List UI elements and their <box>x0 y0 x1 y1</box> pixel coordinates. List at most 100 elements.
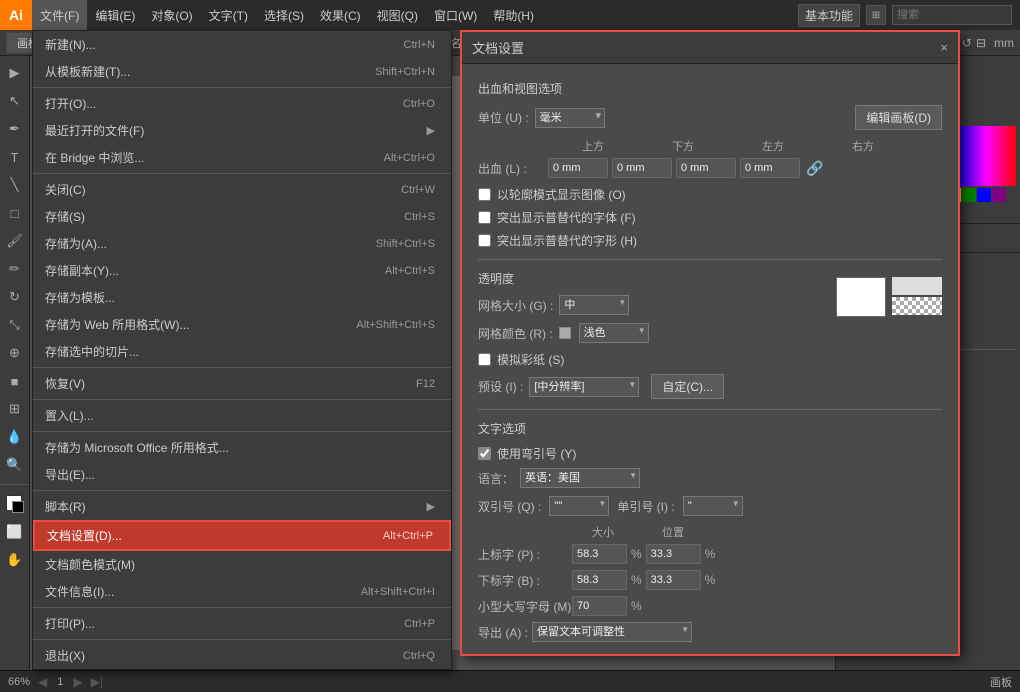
doc-color-label: 文档颜色模式(M) <box>45 556 135 573</box>
menu-object[interactable]: 对象(O) <box>143 0 200 30</box>
swatch-blue[interactable] <box>977 188 991 202</box>
mesh-tool[interactable]: ⊞ <box>2 396 28 422</box>
edit-artboard-btn[interactable]: 编辑画板(D) <box>855 105 942 130</box>
paintbrush-tool[interactable]: 🖌 <box>2 228 28 254</box>
menu-new-from-template[interactable]: 从模板新建(T)... Shift+Ctrl+N <box>33 58 451 85</box>
hand-tool[interactable]: ✋ <box>2 547 28 573</box>
menu-recent[interactable]: 最近打开的文件(F) ▶ <box>33 117 451 144</box>
menu-select[interactable]: 选择(S) <box>256 0 312 30</box>
rect-tool[interactable]: □ <box>2 200 28 226</box>
bleed-right-input[interactable] <box>740 158 800 178</box>
language-select[interactable]: 英语：美国 <box>520 468 640 488</box>
double-quote-select[interactable]: "" <box>549 496 609 516</box>
single-quote-select[interactable]: '' <box>683 496 743 516</box>
menu-view[interactable]: 视图(Q) <box>369 0 426 30</box>
bleed-top-input[interactable] <box>548 158 608 178</box>
rotate-tool[interactable]: ↻ <box>2 284 28 310</box>
menu-file-info[interactable]: 文件信息(I)... Alt+Shift+Ctrl+I <box>33 578 451 605</box>
pencil-tool[interactable]: ✏ <box>2 256 28 282</box>
menu-save-template[interactable]: 存储为模板... <box>33 284 451 311</box>
custom-btn[interactable]: 自定(C)... <box>651 374 724 399</box>
file-dropdown-menu: 新建(N)... Ctrl+N 从模板新建(T)... Shift+Ctrl+N… <box>32 30 452 670</box>
bleed-inputs-row: 出血 (L) : 🔗 <box>478 158 942 178</box>
menu-save-web[interactable]: 存储为 Web 所用格式(W)... Alt+Shift+Ctrl+S <box>33 311 451 338</box>
menu-doc-settings[interactable]: 文档设置(D)... Alt+Ctrl+P <box>33 520 451 551</box>
menu-open[interactable]: 打开(O)... Ctrl+O <box>33 90 451 117</box>
superscript-pos-input[interactable] <box>646 544 701 564</box>
bleed-left-input[interactable] <box>676 158 736 178</box>
zoom-tool[interactable]: 🔍 <box>2 452 28 478</box>
bleed-bottom-input[interactable] <box>612 158 672 178</box>
eyedropper-tool[interactable]: 💧 <box>2 424 28 450</box>
nav-prev[interactable]: ◀ <box>38 675 47 689</box>
font-checkbox-row: 突出显示普替代的字体 (F) <box>478 209 942 226</box>
menu-close[interactable]: 关闭(C) Ctrl+W <box>33 176 451 203</box>
blend-tool[interactable]: ⊕ <box>2 340 28 366</box>
scripts-arrow: ▶ <box>427 500 435 513</box>
save-slices-label: 存储选中的切片... <box>45 343 139 360</box>
screen-mode[interactable]: ⬜ <box>2 519 28 545</box>
arrange-view-icon[interactable]: ⊟ <box>976 36 986 50</box>
menu-revert[interactable]: 恢复(V) F12 <box>33 370 451 397</box>
grid-size-select[interactable]: 中 小 大 <box>559 295 629 315</box>
direct-select-tool[interactable]: ↖ <box>2 88 28 114</box>
simulate-checkbox[interactable] <box>478 353 491 366</box>
scale-tool[interactable]: ⤡ <box>2 312 28 338</box>
menu-bridge[interactable]: 在 Bridge 中浏览... Alt+Ctrl+O <box>33 144 451 171</box>
preset-select[interactable]: [中分辨率] [高分辨率] [低分辨率] <box>529 377 639 397</box>
menu-file[interactable]: 文件(F) <box>32 0 87 30</box>
font-checkbox[interactable] <box>478 211 491 224</box>
pen-tool[interactable]: ✒ <box>2 116 28 142</box>
nav-last[interactable]: ▶| <box>91 675 103 689</box>
menu-save-copy[interactable]: 存储副本(Y)... Alt+Ctrl+S <box>33 257 451 284</box>
export-select[interactable]: 保留文本可调整性 <box>532 622 692 642</box>
glyph-checkbox[interactable] <box>478 234 491 247</box>
menu-new[interactable]: 新建(N)... Ctrl+N <box>33 31 451 58</box>
type-tool[interactable]: T <box>2 144 28 170</box>
superscript-size-input[interactable] <box>572 544 627 564</box>
gradient-tool[interactable]: ■ <box>2 368 28 394</box>
subscript-pos-input[interactable] <box>646 570 701 590</box>
menu-scripts[interactable]: 脚本(R) ▶ <box>33 493 451 520</box>
chain-link-icon[interactable]: 🔗 <box>806 160 823 177</box>
menu-quit[interactable]: 退出(X) Ctrl+Q <box>33 642 451 669</box>
swatch-green[interactable] <box>962 188 976 202</box>
menu-save-office[interactable]: 存储为 Microsoft Office 所用格式... <box>33 434 451 461</box>
new-template-label: 从模板新建(T)... <box>45 63 130 80</box>
dialog-close-icon[interactable]: × <box>940 40 948 55</box>
outline-checkbox[interactable] <box>478 188 491 201</box>
arrange-icon[interactable]: ⊞ <box>866 5 886 25</box>
fill-color[interactable] <box>2 491 28 517</box>
select-tool[interactable]: ▶ <box>2 60 28 86</box>
bleed-label: 出血 (L) : <box>478 160 548 177</box>
subscript-size-input[interactable] <box>572 570 627 590</box>
single-quote-wrapper: '' <box>683 496 743 516</box>
unit-select[interactable]: 毫米 像素 厘米 英寸 <box>535 108 605 128</box>
rotate-icon[interactable]: ↺ <box>962 36 972 50</box>
menu-window[interactable]: 窗口(W) <box>426 0 485 30</box>
sub-size-percent: % <box>631 573 642 587</box>
menu-bar: Ai 文件(F) 编辑(E) 对象(O) 文字(T) 选择(S) 效果(C) 视… <box>0 0 1020 30</box>
quotes-checkbox[interactable] <box>478 447 491 460</box>
workspace-label[interactable]: 基本功能 <box>798 4 860 27</box>
menu-edit[interactable]: 编辑(E) <box>87 0 143 30</box>
menu-place[interactable]: 置入(L)... <box>33 402 451 429</box>
menu-type[interactable]: 文字(T) <box>201 0 256 30</box>
menu-print[interactable]: 打印(P)... Ctrl+P <box>33 610 451 637</box>
grid-color-select[interactable]: 浅色 深色 <box>579 323 649 343</box>
line-tool[interactable]: ╲ <box>2 172 28 198</box>
transparency-section: 透明度 网格大小 (G) : 中 小 大 <box>478 270 942 399</box>
menu-effect[interactable]: 效果(C) <box>312 0 369 30</box>
nav-next[interactable]: ▶ <box>73 675 82 689</box>
menu-save-slices[interactable]: 存储选中的切片... <box>33 338 451 365</box>
search-input[interactable] <box>892 5 1012 25</box>
smallcaps-input[interactable] <box>572 596 627 616</box>
menu-save[interactable]: 存储(S) Ctrl+S <box>33 203 451 230</box>
menu-help[interactable]: 帮助(H) <box>485 0 542 30</box>
menu-doc-color[interactable]: 文档颜色模式(M) <box>33 551 451 578</box>
swatch-purple[interactable] <box>992 188 1006 202</box>
doc-settings-label: 文档设置(D)... <box>47 527 122 544</box>
canvas-label: 画板 <box>990 674 1012 690</box>
menu-save-as[interactable]: 存储为(A)... Shift+Ctrl+S <box>33 230 451 257</box>
menu-export[interactable]: 导出(E)... <box>33 461 451 488</box>
